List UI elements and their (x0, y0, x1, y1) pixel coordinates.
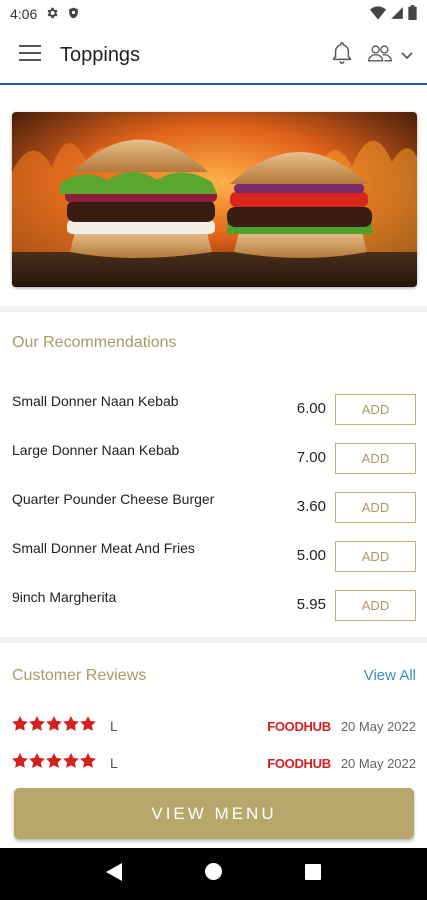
wifi-icon (370, 5, 386, 23)
star-icon (29, 753, 45, 773)
star-icon (80, 716, 96, 736)
section-divider (0, 637, 427, 643)
foodhub-logo: FOODHUB (267, 755, 331, 771)
item-price: 6.00 (296, 400, 326, 417)
list-item: Small Donner Naan Kebab 6.00 ADD (0, 393, 427, 442)
item-name: Large Donner Naan Kebab (12, 442, 180, 458)
foodhub-logo: FOODHUB (267, 718, 331, 734)
reviews-title: Customer Reviews (12, 667, 147, 684)
back-icon[interactable] (106, 862, 123, 886)
star-icon (12, 753, 28, 773)
item-price: 5.95 (296, 596, 326, 613)
item-name: Small Donner Meat And Fries (12, 540, 195, 556)
account-menu[interactable] (367, 43, 413, 68)
review-date: 20 May 2022 (340, 755, 416, 771)
list-item: 9inch Margherita 5.95 ADD (0, 589, 427, 638)
list-item: Small Donner Meat And Fries 5.00 ADD (0, 540, 427, 589)
view-all-link[interactable]: View All (364, 667, 416, 684)
star-icon (46, 753, 62, 773)
recommendations-list: Small Donner Naan Kebab 6.00 ADD Large D… (0, 383, 427, 628)
list-item: Large Donner Naan Kebab 7.00 ADD (0, 442, 427, 491)
item-price: 7.00 (296, 449, 326, 466)
add-button[interactable]: ADD (335, 590, 416, 621)
add-button[interactable]: ADD (335, 492, 416, 523)
battery-icon (408, 5, 417, 23)
bell-icon[interactable] (331, 41, 353, 70)
recents-icon[interactable] (304, 863, 321, 885)
hero-banner-image (12, 112, 417, 287)
view-menu-button[interactable]: VIEW MENU (14, 788, 414, 839)
signal-icon (390, 6, 404, 23)
star-icon (63, 753, 79, 773)
star-rating (12, 753, 96, 773)
review-row: L FOODHUB 20 May 2022 (12, 714, 416, 738)
add-button[interactable]: ADD (335, 541, 416, 572)
chevron-down-icon (401, 47, 413, 65)
menu-button[interactable] (14, 40, 46, 72)
review-user: L (110, 718, 118, 734)
gear-icon (45, 6, 59, 23)
add-button[interactable]: ADD (335, 394, 416, 425)
home-icon[interactable] (204, 863, 222, 885)
system-nav-bar (0, 848, 427, 900)
review-date: 20 May 2022 (340, 718, 416, 734)
users-icon (367, 43, 393, 68)
list-item: Quarter Pounder Cheese Burger 3.60 ADD (0, 491, 427, 540)
app-bar: Toppings (0, 28, 427, 85)
item-price: 5.00 (296, 547, 326, 564)
star-rating (12, 716, 96, 736)
hamburger-icon (19, 45, 41, 66)
review-row: L FOODHUB 20 May 2022 (12, 751, 416, 775)
star-icon (63, 716, 79, 736)
recommendations-title: Our Recommendations (12, 334, 177, 351)
star-icon (29, 716, 45, 736)
item-name: Quarter Pounder Cheese Burger (12, 491, 215, 507)
page-title: Toppings (60, 44, 141, 66)
star-icon (46, 716, 62, 736)
status-bar: 4:06 (0, 0, 427, 28)
item-name: 9inch Margherita (12, 589, 117, 605)
item-price: 3.60 (296, 498, 326, 515)
review-user: L (110, 755, 118, 771)
status-time: 4:06 (10, 6, 38, 22)
star-icon (12, 716, 28, 736)
shield-icon (67, 6, 80, 23)
add-button[interactable]: ADD (335, 443, 416, 474)
section-divider (0, 306, 427, 312)
star-icon (80, 753, 96, 773)
item-name: Small Donner Naan Kebab (12, 393, 179, 409)
